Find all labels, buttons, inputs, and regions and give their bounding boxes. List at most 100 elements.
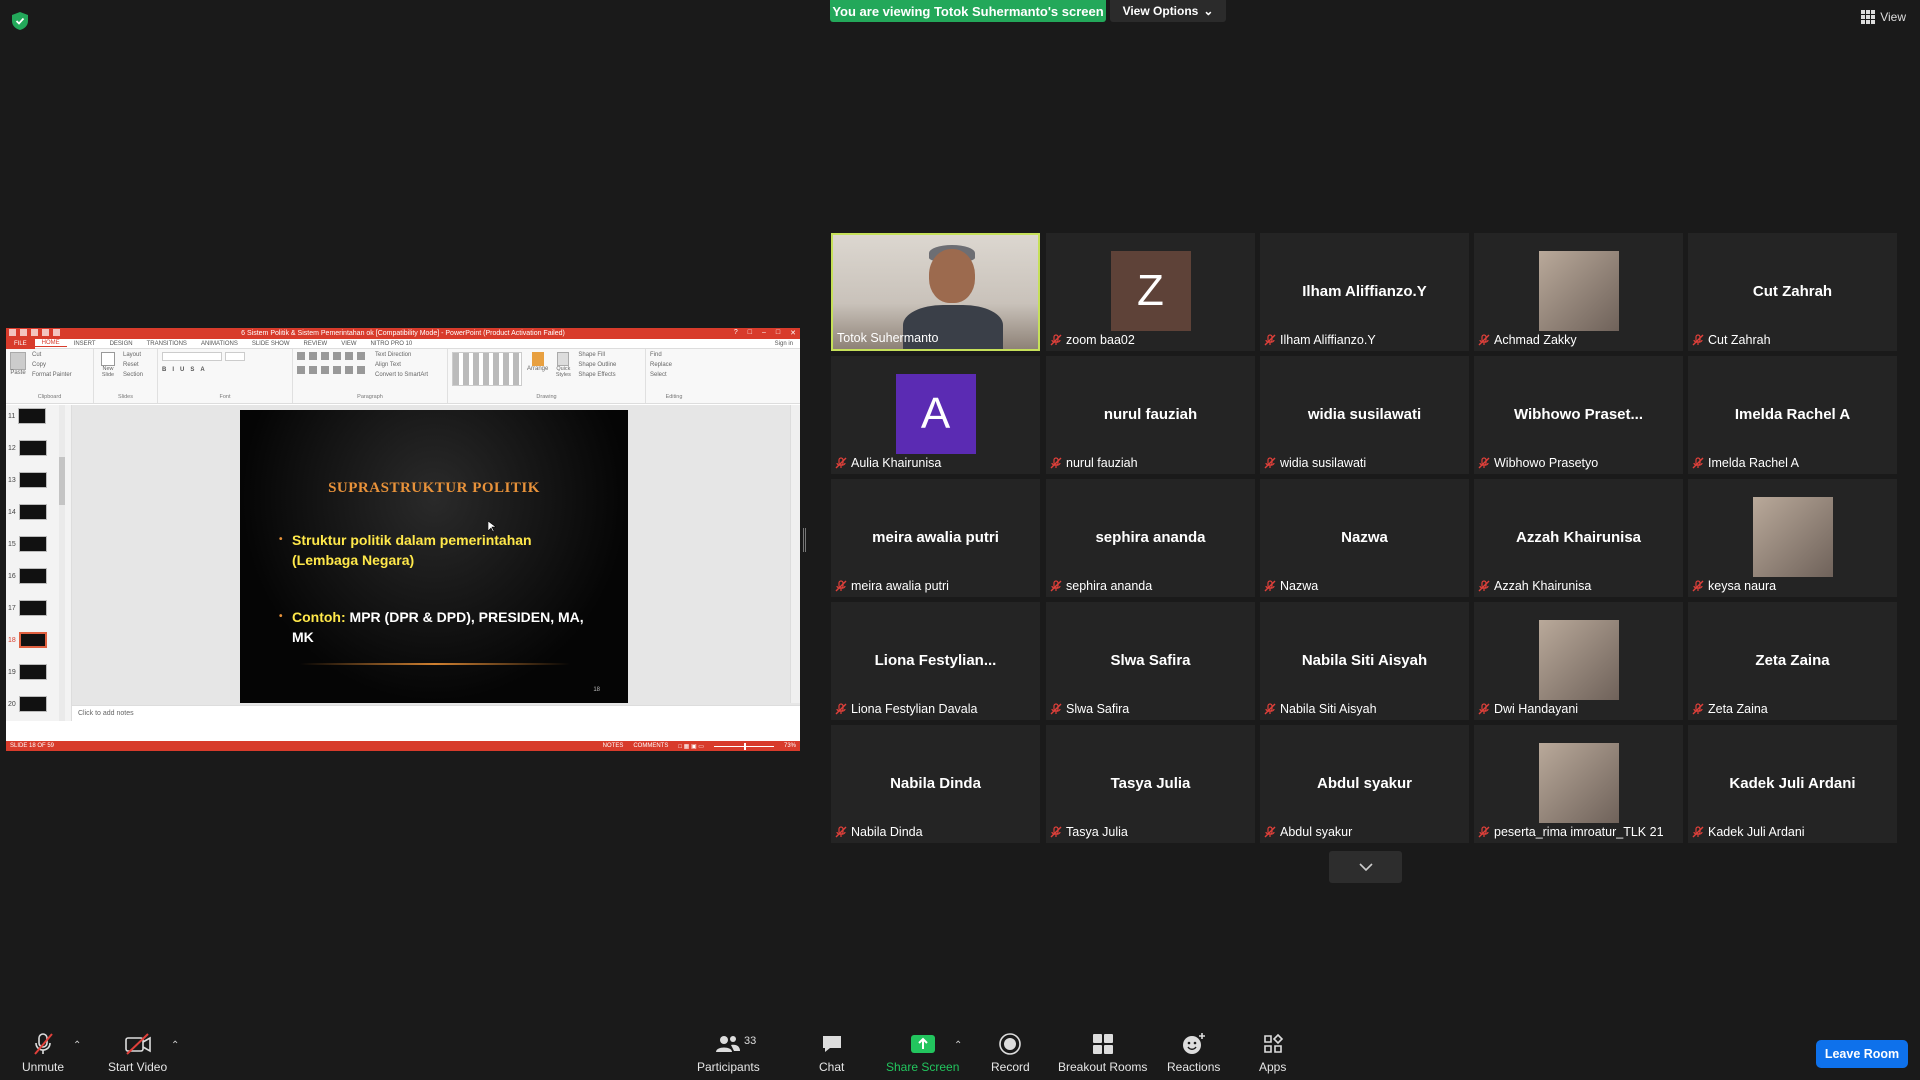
font-name-input[interactable] [162, 352, 222, 361]
slide-scrollbar[interactable] [790, 405, 800, 703]
participant-tile[interactable]: Slwa Safira Slwa Safira [1046, 602, 1255, 720]
cut-button[interactable]: Cut [32, 352, 72, 358]
paragraph-buttons[interactable] [297, 352, 367, 378]
split-divider-handle[interactable] [803, 528, 806, 552]
slide-thumbnail[interactable]: 19 [8, 664, 47, 680]
notes-button[interactable]: NOTES [603, 743, 624, 749]
audio-options-caret-icon[interactable]: ⌃ [73, 1040, 81, 1051]
participant-tile[interactable]: Nabila Siti Aisyah Nabila Siti Aisyah [1260, 602, 1469, 720]
participant-tile[interactable]: Zzoom baa02 [1046, 233, 1255, 351]
replace-button[interactable]: Replace [650, 362, 698, 368]
mic-muted-icon [1050, 580, 1062, 592]
tab-design[interactable]: DESIGN [103, 341, 140, 347]
bullet-2-prefix: Contoh: [292, 609, 346, 625]
slide-thumbnail[interactable]: 20 [8, 696, 47, 712]
tab-review[interactable]: REVIEW [297, 341, 335, 347]
tab-transitions[interactable]: TRANSITIONS [140, 341, 194, 347]
format-painter-button[interactable]: Format Painter [32, 372, 72, 378]
find-button[interactable]: Find [650, 352, 698, 358]
participant-tile[interactable]: Ilham Aliffianzo.Y Ilham Aliffianzo.Y [1260, 233, 1469, 351]
participant-tile[interactable]: Dwi Handayani [1474, 602, 1683, 720]
participant-tile[interactable]: peserta_rima imroatur_TLK 21 [1474, 725, 1683, 843]
tab-animations[interactable]: ANIMATIONS [194, 341, 245, 347]
participant-tile[interactable]: Nazwa Nazwa [1260, 479, 1469, 597]
participant-tile[interactable]: Zeta Zaina Zeta Zaina [1688, 602, 1897, 720]
font-size-input[interactable] [225, 352, 245, 361]
unmute-button[interactable]: Unmute [22, 1032, 64, 1074]
tab-home[interactable]: HOME [34, 340, 67, 347]
participant-tile[interactable]: Cut Zahrah Cut Zahrah [1688, 233, 1897, 351]
convert-smartart-button[interactable]: Convert to SmartArt [375, 372, 428, 378]
layout-button[interactable]: Layout [123, 352, 143, 358]
participant-tile[interactable]: Abdul syakur Abdul syakur [1260, 725, 1469, 843]
breakout-rooms-button[interactable]: Breakout Rooms [1058, 1032, 1147, 1074]
tab-view[interactable]: VIEW [334, 341, 363, 347]
shape-fill-button[interactable]: Shape Fill [578, 352, 616, 358]
quick-styles-button[interactable]: Quick Styles [553, 352, 573, 386]
share-screen-button[interactable]: Share Screen [886, 1032, 959, 1074]
align-text-button[interactable]: Align Text [375, 362, 428, 368]
reset-button[interactable]: Reset [123, 362, 143, 368]
window-controls[interactable]: ? □ – □ ✕ [734, 329, 796, 337]
zoom-slider[interactable] [713, 742, 774, 750]
view-options-button[interactable]: View Options ⌄ [1110, 0, 1226, 22]
quick-access-toolbar[interactable] [9, 329, 60, 336]
participant-tile[interactable]: Liona Festylian... Liona Festylian Davala [831, 602, 1040, 720]
participant-tile[interactable]: Totok Suhermanto [831, 233, 1040, 351]
participant-tile[interactable]: Azzah Khairunisa Azzah Khairunisa [1474, 479, 1683, 597]
participant-tile[interactable]: nurul fauziah nurul fauziah [1046, 356, 1255, 474]
current-slide[interactable]: SUPRASTRUKTUR POLITIK • Struktur politik… [240, 410, 628, 703]
record-button[interactable]: Record [991, 1032, 1030, 1074]
chat-button[interactable]: Chat [819, 1032, 844, 1074]
participant-tile[interactable]: widia susilawati widia susilawati [1260, 356, 1469, 474]
slide-thumbnail[interactable]: 14 [8, 504, 47, 520]
view-mode-buttons[interactable]: □ ▦ ▣ ▭ [678, 743, 704, 750]
thumbnails-scrollbar[interactable] [59, 405, 65, 721]
shapes-gallery[interactable] [452, 352, 522, 386]
participant-tile[interactable]: Achmad Zakky [1474, 233, 1683, 351]
paste-button[interactable]: Paste [10, 352, 26, 378]
video-options-caret-icon[interactable]: ⌃ [171, 1040, 179, 1051]
participant-tile[interactable]: sephira ananda sephira ananda [1046, 479, 1255, 597]
participant-tile[interactable]: meira awalia putri meira awalia putri [831, 479, 1040, 597]
reactions-button[interactable]: Reactions [1167, 1032, 1220, 1074]
tab-nitro[interactable]: NITRO PRO 10 [364, 341, 420, 347]
slide-thumbnail[interactable]: 11 [8, 408, 47, 424]
participant-tile[interactable]: Wibhowo Praset... Wibhowo Prasetyo [1474, 356, 1683, 474]
font-format-buttons[interactable]: BIUSA [162, 367, 288, 373]
tab-file[interactable]: FILE [6, 338, 35, 349]
slide-thumbnail[interactable]: 15 [8, 536, 47, 552]
copy-button[interactable]: Copy [32, 362, 72, 368]
security-shield-icon[interactable] [12, 12, 28, 30]
shape-effects-button[interactable]: Shape Effects [578, 372, 616, 378]
text-direction-button[interactable]: Text Direction [375, 352, 428, 358]
next-page-button[interactable] [1329, 851, 1402, 883]
slide-thumbnail[interactable]: 13 [8, 472, 47, 488]
start-video-button[interactable]: Start Video [108, 1032, 167, 1074]
slide-thumbnail[interactable]: 17 [8, 600, 47, 616]
slide-thumbnail[interactable]: 16 [8, 568, 47, 584]
notes-pane[interactable]: Click to add notes [72, 705, 800, 721]
tab-insert[interactable]: INSERT [67, 341, 103, 347]
apps-button[interactable]: Apps [1259, 1032, 1286, 1074]
new-slide-button[interactable]: New Slide [98, 352, 118, 378]
slide-thumbnail[interactable]: 12 [8, 440, 47, 456]
sign-in-link[interactable]: Sign in [768, 341, 800, 347]
view-layout-button[interactable]: View [1861, 10, 1906, 24]
slide-thumbnail-active[interactable]: 18 [8, 632, 47, 648]
participant-tile[interactable]: Kadek Juli Ardani Kadek Juli Ardani [1688, 725, 1897, 843]
arrange-button[interactable]: Arrange [527, 352, 548, 386]
select-button[interactable]: Select [650, 372, 698, 378]
section-button[interactable]: Section [123, 372, 143, 378]
comments-button[interactable]: COMMENTS [633, 743, 668, 749]
participant-center-name: Liona Festylian... [874, 652, 997, 669]
tab-slide-show[interactable]: SLIDE SHOW [245, 341, 297, 347]
shape-outline-button[interactable]: Shape Outline [578, 362, 616, 368]
participant-tile[interactable]: A Aulia Khairunisa [831, 356, 1040, 474]
participant-tile[interactable]: keysa naura [1688, 479, 1897, 597]
leave-room-button[interactable]: Leave Room [1816, 1040, 1908, 1068]
participant-tile[interactable]: Nabila Dinda Nabila Dinda [831, 725, 1040, 843]
share-options-caret-icon[interactable]: ⌃ [954, 1040, 962, 1051]
participant-tile[interactable]: Imelda Rachel A Imelda Rachel A [1688, 356, 1897, 474]
participant-tile[interactable]: Tasya Julia Tasya Julia [1046, 725, 1255, 843]
